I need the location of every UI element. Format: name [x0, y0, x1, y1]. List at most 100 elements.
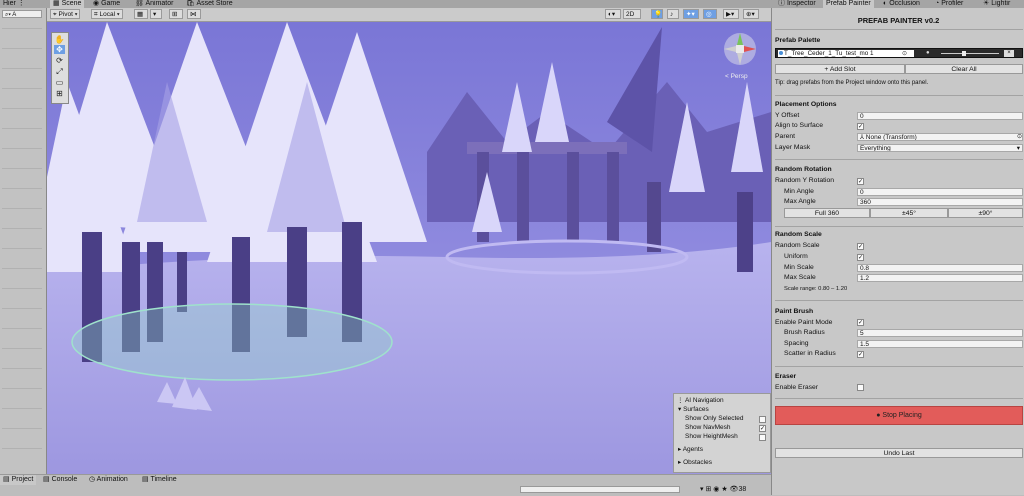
- max-scale-input[interactable]: 1.2: [857, 274, 1023, 282]
- y-offset-input[interactable]: 0: [857, 112, 1023, 120]
- gizmos-toggle-icon[interactable]: ⊕▾: [743, 9, 759, 19]
- draw-mode-icon[interactable]: ◐▾: [605, 9, 621, 19]
- lighting-toggle-icon[interactable]: 💡: [651, 9, 663, 19]
- scatter-in-radius-checkbox[interactable]: ✓: [857, 351, 864, 358]
- snap-icon[interactable]: ▾: [150, 9, 162, 19]
- hierarchy-row[interactable]: [2, 68, 42, 69]
- move-tool-icon[interactable]: ✥: [54, 45, 65, 54]
- tab-prefab-painter[interactable]: Prefab Painter: [823, 0, 874, 8]
- uniform-checkbox[interactable]: ✓: [857, 254, 864, 261]
- remove-slot-button[interactable]: ×: [1004, 50, 1014, 57]
- parent-picker-icon[interactable]: ⊙: [1017, 133, 1022, 140]
- local-dropdown[interactable]: ⌗ Local ▾: [91, 9, 123, 19]
- random-scale-label: Random Scale: [775, 242, 820, 249]
- hierarchy-row[interactable]: [2, 348, 42, 349]
- tab-timeline[interactable]: ▤ Timeline: [139, 475, 180, 485]
- hierarchy-row[interactable]: [2, 208, 42, 209]
- add-slot-button[interactable]: + Add Slot: [775, 64, 905, 74]
- tab-project[interactable]: ▤ Project: [0, 475, 37, 485]
- hierarchy-row[interactable]: [2, 88, 42, 89]
- rotate-tool-icon[interactable]: ⟳: [54, 56, 65, 65]
- hierarchy-row[interactable]: [2, 48, 42, 49]
- tab-hierarchy[interactable]: Hier ⋮: [0, 0, 28, 8]
- object-picker-icon[interactable]: ⊙: [902, 50, 907, 57]
- scene-viewport[interactable]: [47, 22, 771, 474]
- hierarchy-row[interactable]: [2, 188, 42, 189]
- hierarchy-row[interactable]: [2, 388, 42, 389]
- hierarchy-row[interactable]: [2, 108, 42, 109]
- hierarchy-row[interactable]: [2, 308, 42, 309]
- project-search-input[interactable]: [520, 486, 680, 493]
- pm45-button[interactable]: ±45°: [870, 208, 948, 218]
- min-angle-input[interactable]: 0: [857, 188, 1023, 196]
- random-y-rotation-checkbox[interactable]: ✓: [857, 178, 864, 185]
- enable-paint-mode-checkbox[interactable]: ✓: [857, 319, 864, 326]
- effects-toggle-icon[interactable]: ✦▾: [683, 9, 699, 19]
- hierarchy-row[interactable]: [2, 228, 42, 229]
- camera-settings-icon[interactable]: ▶▾: [723, 9, 739, 19]
- hand-tool-icon[interactable]: ✋: [54, 35, 65, 44]
- hierarchy-row[interactable]: [2, 408, 42, 409]
- audio-toggle-icon[interactable]: ♪: [667, 9, 679, 19]
- hierarchy-search-input[interactable]: ⌕▾ A: [2, 10, 42, 18]
- hierarchy-row[interactable]: [2, 368, 42, 369]
- max-angle-input[interactable]: 360: [857, 198, 1023, 206]
- clear-all-button[interactable]: Clear All: [905, 64, 1023, 74]
- scene-visibility-icon[interactable]: ◎: [703, 9, 717, 19]
- hierarchy-row[interactable]: [2, 448, 42, 449]
- increment-snap-icon[interactable]: ⊞: [169, 9, 183, 19]
- hierarchy-row[interactable]: [2, 168, 42, 169]
- weight-slider[interactable]: [941, 53, 999, 54]
- min-scale-input[interactable]: 0.8: [857, 264, 1023, 272]
- show-heightmesh-checkbox[interactable]: [759, 434, 766, 441]
- hierarchy-row[interactable]: [2, 268, 42, 269]
- pivot-dropdown[interactable]: ⌖ Pivot ▾: [50, 9, 81, 19]
- hierarchy-row[interactable]: [2, 148, 42, 149]
- tab-animation[interactable]: ◷ Animation: [86, 475, 131, 485]
- orientation-gizmo[interactable]: < Persp: [713, 25, 767, 85]
- align-to-surface-checkbox[interactable]: ✓: [857, 123, 864, 130]
- scale-tool-icon[interactable]: ⤢: [54, 67, 65, 76]
- weight-slider-handle[interactable]: [962, 51, 966, 56]
- rect-tool-icon[interactable]: ▭: [54, 78, 65, 87]
- palette-slot-object-field[interactable]: T_Tree_Ceder_1_Tu_test_mo 1: [778, 50, 914, 57]
- show-navmesh-checkbox[interactable]: ✓: [759, 425, 766, 432]
- hierarchy-row[interactable]: [2, 328, 42, 329]
- spacing-input[interactable]: 1.5: [857, 340, 1023, 348]
- grid-icon[interactable]: ▦: [134, 9, 148, 19]
- obstacles-foldout[interactable]: ▸ Obstacles: [678, 458, 712, 466]
- project-toolbar-icons[interactable]: ▾ ⊞ ◉ ★ 👁38: [700, 485, 746, 493]
- tab-animator[interactable]: ⛓ Animator: [132, 0, 176, 8]
- brush-radius-input[interactable]: 5: [857, 329, 1023, 337]
- more-tools-icon[interactable]: ⋈: [187, 9, 201, 19]
- random-scale-checkbox[interactable]: ✓: [857, 243, 864, 250]
- tab-console[interactable]: ▤ Console: [40, 475, 80, 485]
- show-only-selected-checkbox[interactable]: [759, 416, 766, 423]
- palette-slot-row[interactable]: T_Tree_Ceder_1_Tu_test_mo 1 ⊙ ● ×: [775, 48, 1023, 58]
- toggle-2d-button[interactable]: 2D: [623, 9, 641, 19]
- stop-placing-button[interactable]: ● Stop Placing: [775, 406, 1023, 425]
- tab-occlusion[interactable]: ◐ Occlusion: [880, 0, 923, 8]
- layer-mask-dropdown[interactable]: Everything ▾: [857, 144, 1023, 152]
- enable-eraser-checkbox[interactable]: [857, 384, 864, 391]
- hierarchy-row[interactable]: [2, 28, 42, 29]
- full-360-button[interactable]: Full 360: [784, 208, 870, 218]
- overlay-title[interactable]: ⋮ AI Navigation: [677, 396, 724, 404]
- pm90-button[interactable]: ±90°: [948, 208, 1023, 218]
- transform-tool-icon[interactable]: ⊞: [54, 89, 65, 98]
- tab-profiler[interactable]: ◔ Profiler: [932, 0, 966, 8]
- tab-lighting[interactable]: ☀ Lightir: [980, 0, 1013, 8]
- tab-inspector[interactable]: ⓘ Inspector: [775, 0, 819, 8]
- tab-scene[interactable]: ▦ Scene: [50, 0, 85, 8]
- persp-label[interactable]: < Persp: [725, 73, 748, 80]
- hierarchy-row[interactable]: [2, 128, 42, 129]
- tab-asset-store[interactable]: 🛍 Asset Store: [183, 0, 236, 8]
- hierarchy-row[interactable]: [2, 288, 42, 289]
- hierarchy-row[interactable]: [2, 248, 42, 249]
- surfaces-foldout[interactable]: ▾ Surfaces: [678, 405, 709, 413]
- tab-game[interactable]: ◉ Game: [90, 0, 123, 8]
- agents-foldout[interactable]: ▸ Agents: [678, 445, 703, 453]
- parent-object-field[interactable]: ⅄ None (Transform): [857, 133, 1023, 141]
- undo-last-button[interactable]: Undo Last: [775, 448, 1023, 458]
- hierarchy-row[interactable]: [2, 428, 42, 429]
